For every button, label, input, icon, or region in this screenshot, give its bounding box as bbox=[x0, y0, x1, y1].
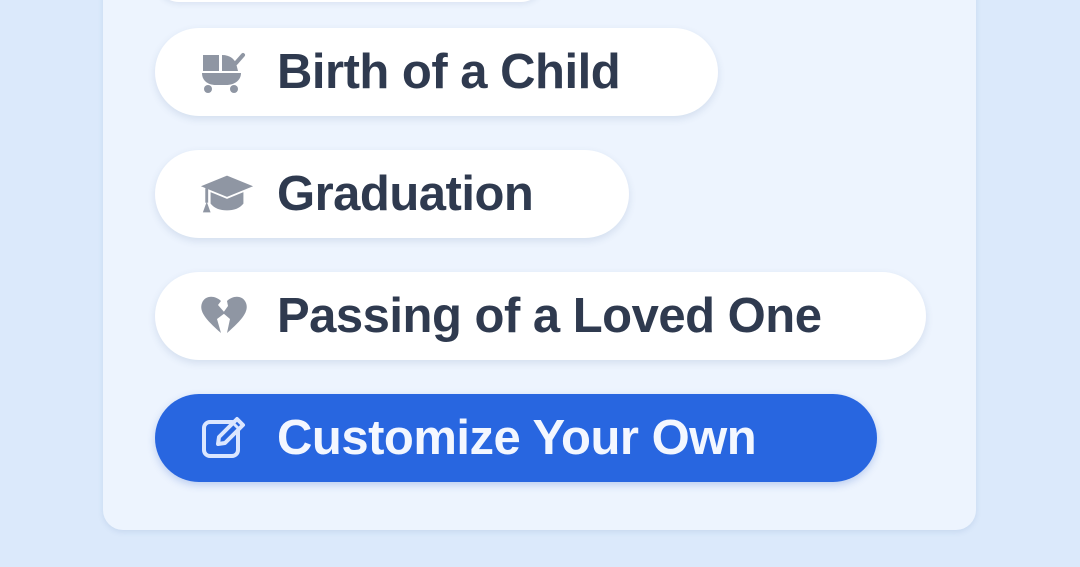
option-label: Graduation bbox=[277, 167, 534, 221]
option-customize-your-own[interactable]: Customize Your Own bbox=[155, 394, 877, 482]
option-label: Customize Your Own bbox=[277, 411, 757, 465]
option-label: Birth of a Child bbox=[277, 45, 621, 99]
option-label: Passing of a Loved One bbox=[277, 289, 822, 343]
graduation-cap-icon bbox=[199, 168, 255, 220]
option-passing-of-a-loved-one[interactable]: Passing of a Loved One bbox=[155, 272, 926, 360]
option-partially-visible[interactable] bbox=[155, 0, 545, 2]
baby-carriage-icon bbox=[199, 46, 255, 98]
broken-heart-icon bbox=[199, 290, 255, 342]
option-graduation[interactable]: Graduation bbox=[155, 150, 629, 238]
edit-icon bbox=[199, 412, 255, 464]
option-birth-of-a-child[interactable]: Birth of a Child bbox=[155, 28, 718, 116]
